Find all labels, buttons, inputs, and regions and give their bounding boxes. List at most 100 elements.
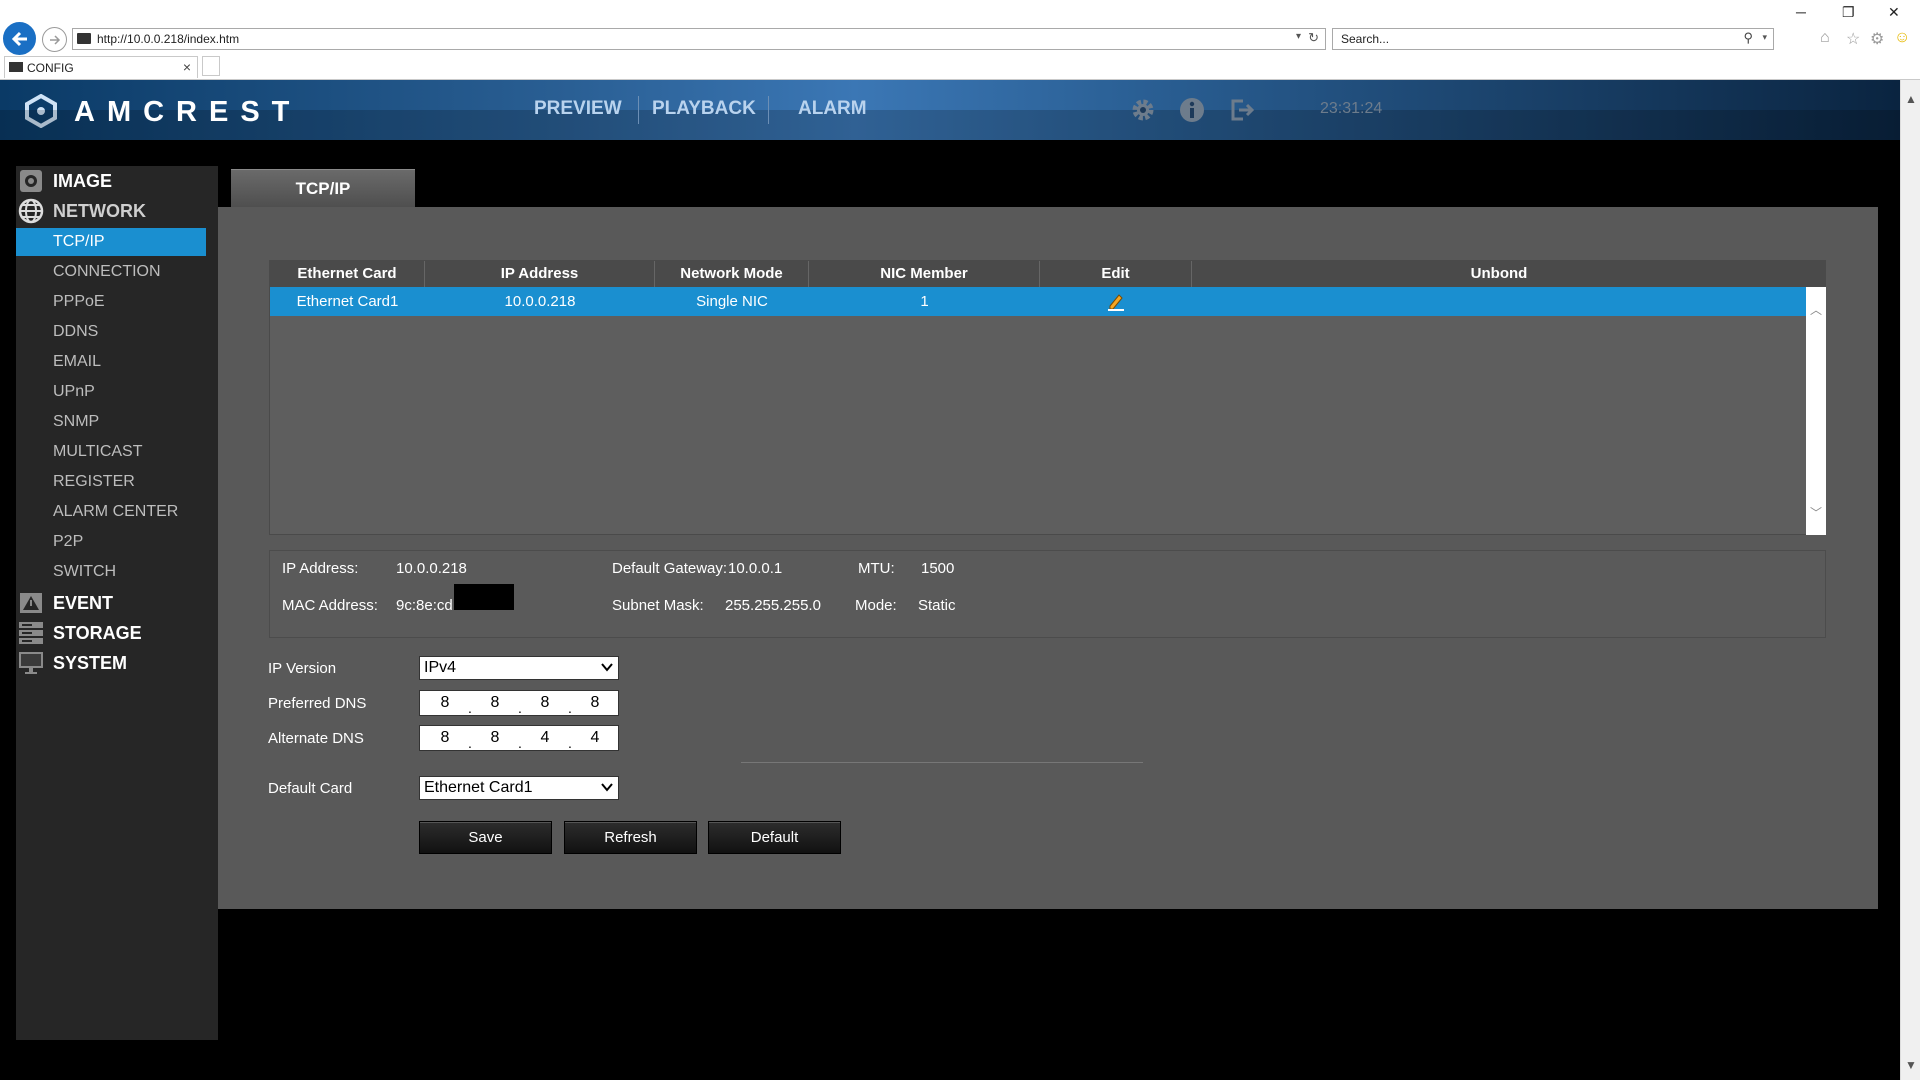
cell-edit xyxy=(1040,287,1192,316)
ethernet-card-table: Ethernet Card IP Address Network Mode NI… xyxy=(269,260,1826,535)
gear-icon[interactable]: ⚙ xyxy=(1870,29,1884,49)
smiley-icon[interactable]: ☺ xyxy=(1894,29,1910,47)
octet[interactable]: 8 xyxy=(430,729,460,747)
octet[interactable]: 4 xyxy=(580,729,610,747)
sidebar-item-snmp[interactable]: SNMP xyxy=(16,408,206,436)
chevron-down-icon[interactable]: ▾ xyxy=(1296,31,1301,42)
alternate-dns-input[interactable]: 8 . 8 . 4 . 4 xyxy=(419,725,619,751)
chevron-down-icon[interactable]: ﹀ xyxy=(1810,504,1822,521)
sidebar-item-multicast[interactable]: MULTICAST xyxy=(16,438,206,466)
sidebar-item-switch[interactable]: SWITCH xyxy=(16,558,206,586)
new-tab-button[interactable] xyxy=(202,56,220,76)
chevron-down-icon[interactable]: ▾ xyxy=(1762,32,1767,43)
browser-tab[interactable]: CONFIG × xyxy=(4,56,198,78)
sidebar-item-upnp[interactable]: UPnP xyxy=(16,378,206,406)
arrow-right-icon xyxy=(49,34,60,45)
select-value: IPv4 xyxy=(424,659,457,676)
browser-chrome: http://10.0.0.218/index.htm ▾ ↻ Search..… xyxy=(0,0,1920,80)
table-header-corner xyxy=(1806,261,1826,287)
default-button[interactable]: Default xyxy=(708,821,841,854)
network-globe-icon xyxy=(18,198,44,224)
chevron-down-icon[interactable]: ▼ xyxy=(1905,1058,1917,1072)
close-icon[interactable]: ✕ xyxy=(1888,4,1900,21)
logout-icon[interactable] xyxy=(1229,97,1255,123)
preferred-dns-input[interactable]: 8 . 8 . 8 . 8 xyxy=(419,690,619,716)
sidebar-category-label: SYSTEM xyxy=(53,653,128,673)
nav-playback[interactable]: PLAYBACK xyxy=(652,98,756,120)
column-header: Edit xyxy=(1040,261,1192,287)
table-row[interactable]: Ethernet Card1 10.0.0.218 Single NIC 1 xyxy=(270,287,1806,316)
sidebar-category-system[interactable]: SYSTEM xyxy=(16,648,218,678)
tab-tcpip[interactable]: TCP/IP xyxy=(231,169,415,207)
sidebar-item-tcpip[interactable]: TCP/IP xyxy=(16,228,206,256)
cell-nic-member: 1 xyxy=(920,293,929,310)
sidebar-item-p2p[interactable]: P2P xyxy=(16,528,206,556)
sidebar-item-label: CONNECTION xyxy=(53,263,161,280)
octet[interactable]: 4 xyxy=(530,729,560,747)
page-scrollbar[interactable]: ▲ ▼ xyxy=(1900,80,1920,1080)
sidebar-item-pppoe[interactable]: PPPoE xyxy=(16,288,206,316)
storage-icon xyxy=(19,622,43,644)
content-panel: Ethernet Card IP Address Network Mode NI… xyxy=(218,207,1878,909)
sidebar-item-ddns[interactable]: DDNS xyxy=(16,318,206,346)
sidebar-category-storage[interactable]: STORAGE xyxy=(16,618,218,648)
site-favicon-icon xyxy=(77,33,91,44)
sidebar-item-label: REGISTER xyxy=(53,473,135,490)
search-box[interactable]: Search... ⚲ ▾ xyxy=(1332,28,1774,50)
refresh-icon[interactable]: ↻ xyxy=(1308,30,1319,46)
mac-address-value: 9c:8e:cd xyxy=(396,597,453,614)
tab-favicon-icon xyxy=(9,62,23,72)
octet[interactable]: 8 xyxy=(480,729,510,747)
ip-address-value: 10.0.0.218 xyxy=(396,560,467,577)
edit-pencil-icon[interactable] xyxy=(1107,292,1125,312)
sidebar-item-email[interactable]: EMAIL xyxy=(16,348,206,376)
back-button[interactable] xyxy=(3,22,36,55)
nav-alarm[interactable]: ALARM xyxy=(798,98,867,120)
cell-ip-address: 10.0.0.218 xyxy=(504,293,576,310)
column-header: Ethernet Card xyxy=(270,261,425,287)
close-icon[interactable]: × xyxy=(183,59,191,75)
default-card-label: Default Card xyxy=(268,780,353,797)
sidebar-item-register[interactable]: REGISTER xyxy=(16,468,206,496)
chevron-up-icon[interactable]: ▲ xyxy=(1905,92,1917,106)
minimize-icon[interactable]: ─ xyxy=(1796,4,1806,20)
star-icon[interactable]: ☆ xyxy=(1846,29,1860,49)
refresh-button[interactable]: Refresh xyxy=(564,821,697,854)
nav-preview[interactable]: PREVIEW xyxy=(534,98,622,120)
chevron-down-icon xyxy=(601,783,613,792)
octet[interactable]: 8 xyxy=(430,694,460,712)
search-icon[interactable]: ⚲ xyxy=(1743,30,1753,46)
ip-version-select[interactable]: IPv4 xyxy=(419,656,619,680)
gear-icon[interactable] xyxy=(1130,97,1156,123)
home-icon[interactable]: ⌂ xyxy=(1820,29,1830,47)
table-header: Ethernet Card IP Address Network Mode NI… xyxy=(270,261,1806,287)
table-scrollbar[interactable]: ︿ ﹀ xyxy=(1806,287,1826,535)
sidebar-item-label: MULTICAST xyxy=(53,443,143,460)
sidebar-item-connection[interactable]: CONNECTION xyxy=(16,258,206,286)
sidebar-category-event[interactable]: EVENT xyxy=(16,588,218,618)
select-value: Ethernet Card1 xyxy=(424,779,533,796)
amcrest-logo-icon xyxy=(25,94,57,128)
info-icon[interactable] xyxy=(1179,97,1205,123)
chevron-up-icon[interactable]: ︿ xyxy=(1810,301,1822,318)
octet[interactable]: 8 xyxy=(530,694,560,712)
octet[interactable]: 8 xyxy=(580,694,610,712)
cell-unbond xyxy=(1192,287,1806,316)
sidebar-category-network[interactable]: NETWORK xyxy=(16,196,218,226)
column-header: NIC Member xyxy=(809,261,1040,287)
sidebar-item-label: P2P xyxy=(53,533,84,550)
search-input[interactable]: Search... xyxy=(1341,32,1389,46)
ip-version-label: IP Version xyxy=(268,660,337,677)
column-header: Unbond xyxy=(1470,265,1528,282)
octet-separator: . xyxy=(468,700,472,716)
sidebar-item-label: SWITCH xyxy=(53,563,117,580)
save-button[interactable]: Save xyxy=(419,821,552,854)
sidebar-category-image[interactable]: IMAGE xyxy=(16,166,218,196)
address-bar[interactable]: http://10.0.0.218/index.htm ▾ ↻ xyxy=(72,28,1326,50)
octet[interactable]: 8 xyxy=(480,694,510,712)
restore-icon[interactable]: ❐ xyxy=(1842,4,1855,21)
sidebar-category-label: EVENT xyxy=(53,593,114,613)
default-card-select[interactable]: Ethernet Card1 xyxy=(419,776,619,800)
forward-button[interactable] xyxy=(42,27,67,52)
sidebar-item-alarm-center[interactable]: ALARM CENTER xyxy=(16,498,206,526)
